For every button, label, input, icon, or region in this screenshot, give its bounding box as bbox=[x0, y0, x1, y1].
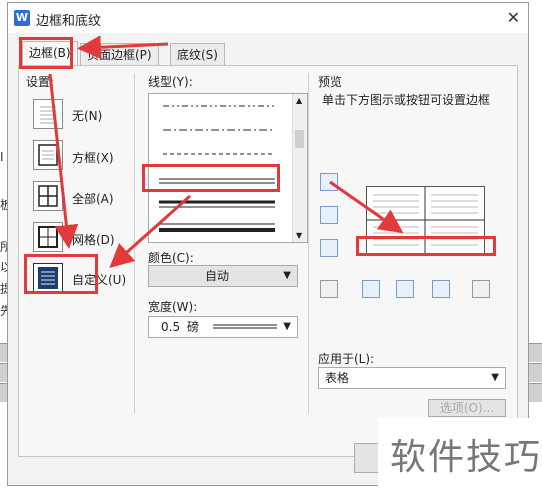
all-borders-icon bbox=[38, 185, 58, 207]
color-value: 自动 bbox=[205, 269, 230, 283]
apply-to-heading: 应用于(L): bbox=[318, 352, 375, 366]
scroll-up-icon[interactable]: ▲ bbox=[296, 96, 302, 105]
apply-to-dropdown[interactable]: 表格 ▼ bbox=[318, 367, 506, 389]
preview-heading: 预览 bbox=[318, 75, 343, 89]
options-button[interactable]: 选项(O)... bbox=[428, 399, 506, 417]
inside-horizontal-border-button[interactable] bbox=[320, 206, 338, 224]
title-bar: W 边框和底纹 ✕ bbox=[8, 3, 528, 33]
setting-grid-button[interactable] bbox=[33, 222, 63, 252]
settings-heading: 设置: bbox=[26, 75, 55, 89]
setting-all-label: 全部(A) bbox=[72, 192, 114, 206]
setting-box-button[interactable] bbox=[33, 140, 63, 170]
scroll-thumb[interactable] bbox=[295, 130, 304, 148]
annotation-box-line-style bbox=[142, 164, 280, 192]
left-border-button[interactable] bbox=[362, 280, 380, 298]
setting-none-button[interactable] bbox=[33, 99, 63, 129]
setting-box-label: 方框(X) bbox=[72, 151, 114, 165]
color-dropdown[interactable]: 自动 ▼ bbox=[148, 265, 298, 287]
width-unit: 磅 bbox=[187, 320, 200, 334]
line-style-heading: 线型(Y): bbox=[148, 75, 193, 89]
width-value: 0.5 bbox=[161, 320, 181, 334]
right-border-button[interactable] bbox=[432, 280, 450, 298]
diagonal-down-border-button[interactable] bbox=[320, 280, 338, 298]
tab-page-border[interactable]: 页面边框(P) bbox=[80, 43, 159, 65]
width-sample-line bbox=[213, 324, 277, 329]
top-border-button[interactable] bbox=[320, 173, 338, 191]
setting-all-button[interactable] bbox=[33, 181, 63, 211]
grid-borders-icon bbox=[38, 226, 58, 248]
scroll-down-icon[interactable]: ▼ bbox=[296, 231, 302, 240]
bottom-border-button[interactable] bbox=[320, 239, 338, 257]
annotation-box-borders-tab bbox=[19, 37, 73, 69]
preview-hint: 单击下方图示或按钮可设置边框 bbox=[322, 93, 491, 107]
close-icon[interactable]: ✕ bbox=[507, 8, 520, 27]
width-heading: 宽度(W): bbox=[148, 300, 198, 314]
dialog-title: 边框和底纹 bbox=[36, 14, 102, 29]
annotation-box-preview-bottom bbox=[356, 236, 496, 256]
dropdown-arrow-icon: ▼ bbox=[283, 321, 291, 332]
column-divider bbox=[308, 73, 309, 413]
wps-app-icon: W bbox=[14, 10, 30, 26]
color-heading: 颜色(C): bbox=[148, 251, 194, 265]
setting-grid-label: 网格(D) bbox=[72, 233, 115, 247]
diagonal-up-border-button[interactable] bbox=[472, 280, 490, 298]
apply-to-value: 表格 bbox=[325, 371, 350, 385]
box-border-icon bbox=[38, 144, 58, 166]
tab-shading[interactable]: 底纹(S) bbox=[170, 43, 225, 65]
no-border-icon bbox=[40, 106, 56, 124]
dropdown-arrow-icon: ▼ bbox=[283, 270, 291, 281]
background-text: I bbox=[0, 150, 4, 164]
setting-none-label: 无(N) bbox=[72, 109, 103, 123]
annotation-box-custom-setting bbox=[24, 254, 98, 294]
inside-vertical-border-button[interactable] bbox=[396, 280, 414, 298]
column-divider bbox=[134, 73, 135, 413]
watermark-text: 软件技巧 bbox=[390, 437, 542, 478]
line-style-scrollbar[interactable]: ▲ ▼ bbox=[292, 94, 307, 242]
dropdown-arrow-icon: ▼ bbox=[491, 372, 499, 383]
width-dropdown[interactable]: 0.5 磅 ▼ bbox=[148, 316, 298, 338]
